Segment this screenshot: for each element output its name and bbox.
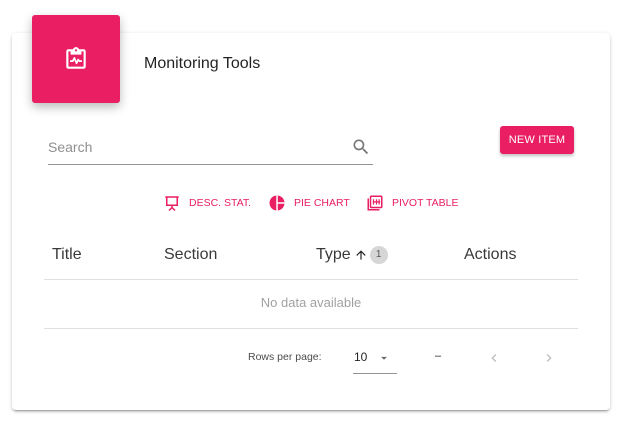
rows-per-page-label: Rows per page: bbox=[248, 351, 322, 363]
column-header-title[interactable]: Title bbox=[52, 246, 82, 264]
no-data-message: No data available bbox=[260, 295, 362, 310]
card-header-tile bbox=[32, 15, 120, 103]
search-input[interactable] bbox=[48, 136, 338, 158]
pivot-table-icon bbox=[367, 195, 383, 211]
column-header-type[interactable]: Type 1 bbox=[316, 246, 388, 264]
rows-per-page-value: 10 bbox=[354, 350, 368, 364]
pie-chart-button[interactable]: PIE CHART bbox=[268, 193, 350, 213]
search-icon[interactable] bbox=[351, 137, 371, 157]
rows-per-page-select[interactable]: 10 bbox=[353, 343, 397, 374]
next-page-button[interactable] bbox=[539, 348, 559, 368]
pagination-range: – bbox=[435, 350, 442, 362]
column-header-section[interactable]: Section bbox=[164, 246, 217, 264]
caret-down-icon bbox=[381, 356, 387, 360]
footer-divider bbox=[44, 328, 578, 329]
sort-order-badge: 1 bbox=[369, 246, 388, 264]
pivot-table-label: PIVOT TABLE bbox=[392, 197, 459, 209]
new-item-button[interactable]: NEW ITEM bbox=[500, 126, 574, 154]
pivot-table-button[interactable]: PIVOT TABLE bbox=[366, 193, 459, 213]
previous-page-button[interactable] bbox=[484, 348, 504, 368]
header-divider bbox=[44, 279, 578, 280]
search-field[interactable] bbox=[48, 132, 373, 165]
desc-stat-button[interactable]: DESC. STAT. bbox=[163, 193, 251, 213]
clipboard-pulse-icon bbox=[66, 47, 86, 69]
desc-stat-label: DESC. STAT. bbox=[189, 197, 252, 209]
card-title: Monitoring Tools bbox=[144, 55, 261, 72]
chevron-left-icon bbox=[491, 354, 497, 362]
presentation-board-icon bbox=[165, 196, 179, 212]
pie-chart-label: PIE CHART bbox=[294, 197, 350, 209]
arrow-up-icon bbox=[356, 250, 366, 260]
column-header-type-label: Type bbox=[316, 246, 351, 263]
chevron-right-icon bbox=[546, 354, 552, 362]
column-header-actions: Actions bbox=[464, 246, 517, 263]
pie-chart-icon bbox=[269, 195, 285, 211]
